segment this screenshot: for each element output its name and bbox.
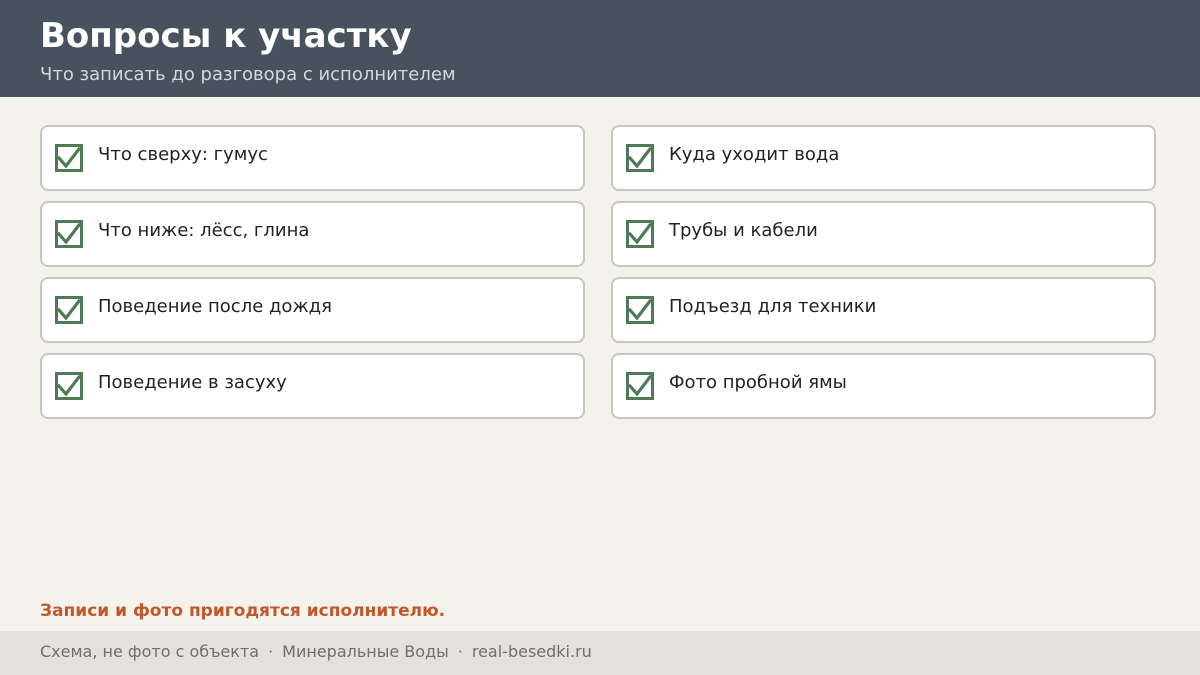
footer-disclaimer: Схема, не фото с объекта	[40, 642, 260, 661]
checklist-item[interactable]: Подъезд для техники	[611, 277, 1156, 343]
header: Вопросы к участку Что записать до разгов…	[0, 0, 1200, 97]
footer: Схема, не фото с объекта · Минеральные Вод…	[0, 631, 1200, 675]
checkbox-checked-icon[interactable]	[55, 372, 83, 400]
checklist-item[interactable]: Фото пробной ямы	[611, 353, 1156, 419]
checklist-item[interactable]: Куда уходит вода	[611, 125, 1156, 191]
checklist-item-label: Что сверху: гумус	[98, 144, 268, 165]
checklist-item[interactable]: Поведение в засуху	[40, 353, 585, 419]
footer-location: Минеральные Воды	[282, 642, 449, 661]
footer-separator: ·	[457, 642, 463, 661]
footer-separator: ·	[268, 642, 274, 661]
page-title: Вопросы к участку	[40, 16, 412, 56]
checklist-item[interactable]: Поведение после дождя	[40, 277, 585, 343]
checklist-item[interactable]: Что сверху: гумус	[40, 125, 585, 191]
footer-text: Схема, не фото с объекта · Минеральные Вод…	[40, 641, 592, 663]
checklist-item-label: Поведение после дождя	[98, 296, 332, 317]
checkbox-checked-icon[interactable]	[626, 220, 654, 248]
checkbox-checked-icon[interactable]	[626, 144, 654, 172]
checklist: Что сверху: гумус Куда уходит вода Что н…	[40, 125, 1156, 419]
page-subtitle: Что записать до разговора с исполнителем	[40, 64, 456, 85]
checklist-item-label: Поведение в засуху	[98, 372, 287, 393]
checklist-item-label: Что ниже: лёсс, глина	[98, 220, 310, 241]
checkbox-checked-icon[interactable]	[55, 144, 83, 172]
checklist-item[interactable]: Что ниже: лёсс, глина	[40, 201, 585, 267]
checklist-item-label: Подъезд для техники	[669, 296, 877, 317]
checkbox-checked-icon[interactable]	[626, 296, 654, 324]
highlight-note: Записи и фото пригодятся исполнителю.	[40, 601, 446, 621]
checklist-item-label: Трубы и кабели	[669, 220, 818, 241]
checkbox-checked-icon[interactable]	[626, 372, 654, 400]
checkbox-checked-icon[interactable]	[55, 220, 83, 248]
footer-site-link[interactable]: real-besedki.ru	[472, 642, 592, 661]
checklist-item[interactable]: Трубы и кабели	[611, 201, 1156, 267]
checklist-item-label: Куда уходит вода	[669, 144, 840, 165]
checklist-item-label: Фото пробной ямы	[669, 372, 847, 393]
checkbox-checked-icon[interactable]	[55, 296, 83, 324]
